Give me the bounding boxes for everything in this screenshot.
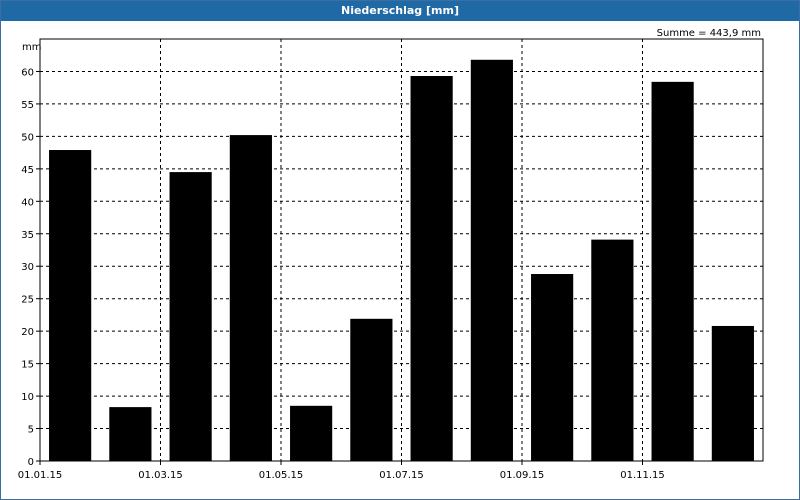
x-tick-label: 01.01.15: [18, 470, 63, 481]
x-tick-label: 01.09.15: [500, 470, 545, 481]
precipitation-chart: 0 5 10 15 20 25 30 35 40 45 50 55 60 01.01.15 01.03.1…: [18, 28, 764, 481]
y-tick-label: 60: [21, 67, 34, 78]
y-tick-label: 5: [28, 425, 34, 436]
bar: [169, 172, 212, 462]
bar: [109, 407, 152, 461]
x-tick-label: 01.03.15: [138, 470, 183, 481]
bar: [651, 81, 694, 461]
bar: [591, 239, 634, 461]
bar: [531, 274, 574, 461]
x-tick-label: 01.05.15: [259, 470, 304, 481]
y-tick-label: 40: [21, 197, 34, 208]
y-axis-unit: mm: [22, 42, 41, 53]
x-axis-ticks: 01.01.15 01.03.15 01.05.15 01.07.15 01.09.15…: [18, 461, 665, 481]
bar: [49, 150, 92, 461]
bar: [711, 325, 754, 461]
y-axis-ticks: 0 5 10 15 20 25 30 35 40 45 50 55 60: [21, 67, 40, 468]
y-tick-label: 35: [21, 230, 34, 241]
bar: [229, 135, 272, 461]
y-tick-label: 55: [21, 100, 34, 111]
bar: [350, 318, 393, 461]
y-tick-label: 25: [21, 295, 34, 306]
x-tick-label: 01.07.15: [379, 470, 424, 481]
bar: [410, 76, 453, 461]
y-tick-label: 0: [28, 457, 34, 468]
y-tick-label: 50: [21, 132, 34, 143]
y-tick-label: 15: [21, 360, 34, 371]
y-tick-label: 20: [21, 327, 34, 338]
bar: [470, 59, 513, 461]
x-tick-label: 01.11.15: [620, 470, 665, 481]
y-tick-label: 30: [21, 262, 34, 273]
sum-annotation: Summe = 443,9 mm: [657, 28, 761, 39]
bar: [290, 405, 333, 461]
y-tick-label: 45: [21, 165, 34, 176]
y-tick-label: 10: [21, 392, 34, 403]
